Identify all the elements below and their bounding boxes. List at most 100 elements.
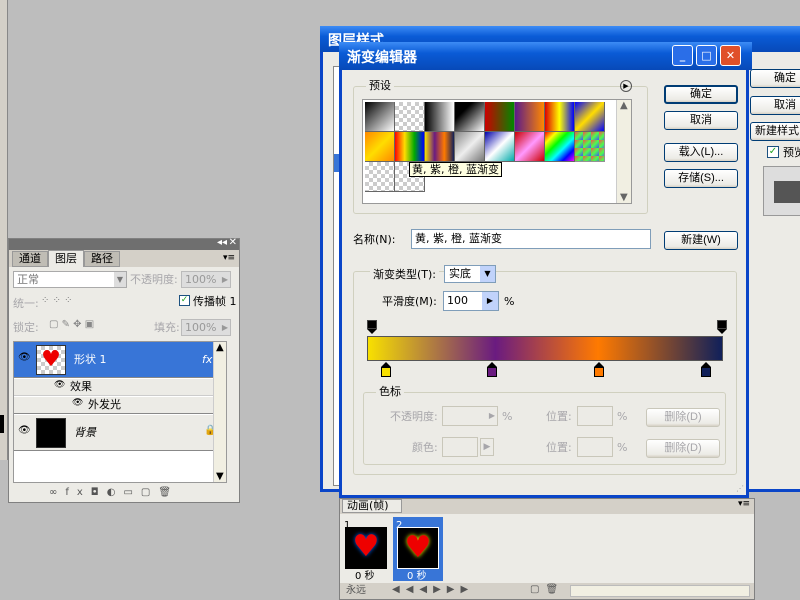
scroll-up-icon[interactable]: ▲ — [620, 100, 628, 111]
preset-swatch[interactable] — [515, 132, 545, 162]
preset-swatch[interactable] — [395, 132, 425, 162]
loop-select[interactable]: 永远 — [346, 584, 366, 598]
opacity-stop-right[interactable] — [717, 320, 727, 334]
stop-color-swatch[interactable] — [442, 437, 478, 457]
delete-opacity-stop-button[interactable]: 删除(D) — [646, 408, 720, 427]
color-stop-blue[interactable] — [701, 362, 711, 378]
animation-tab[interactable]: 动画(帧) — [342, 499, 402, 513]
close-icon[interactable]: ✕ — [720, 45, 741, 66]
preset-swatch[interactable] — [515, 102, 545, 132]
tab-layers[interactable]: 图层 — [48, 250, 84, 267]
panel-header[interactable]: ◂◂ ✕ — [9, 237, 239, 250]
load-button[interactable]: 载入(L)... — [664, 143, 738, 162]
preset-swatch[interactable] — [425, 132, 455, 162]
frame-thumbnail: ♥ — [345, 527, 387, 569]
new-style-button[interactable]: 新建样式 — [750, 122, 800, 141]
opacity-field[interactable]: 100% ▶ — [181, 271, 231, 288]
preset-swatch[interactable] — [365, 132, 395, 162]
color-stop-yellow[interactable] — [381, 362, 391, 378]
preset-swatch[interactable] — [395, 102, 425, 132]
delete-color-stop-button[interactable]: 删除(D) — [646, 439, 720, 458]
folder-icon[interactable]: ▭ — [123, 487, 140, 498]
smoothness-input[interactable]: 100 ▶ — [443, 291, 499, 311]
fx-icon[interactable]: fx — [202, 353, 212, 367]
preset-swatch[interactable] — [365, 162, 395, 192]
layer-row-outer-glow[interactable]: 👁 外发光 — [14, 397, 226, 414]
stop-opacity-location-input[interactable] — [577, 406, 613, 426]
scroll-up-icon[interactable]: ▲ — [216, 342, 224, 353]
eye-icon[interactable]: 👁 — [72, 398, 83, 408]
animation-scrollbar[interactable] — [570, 585, 750, 597]
preset-swatch[interactable] — [485, 102, 515, 132]
fx-button-icon[interactable]: fx — [65, 487, 90, 498]
preset-swatch[interactable] — [455, 132, 485, 162]
preset-swatch[interactable] — [545, 102, 575, 132]
stop-color-location-input[interactable] — [577, 437, 613, 457]
color-stop-purple[interactable] — [487, 362, 497, 378]
layer-row-shape[interactable]: 👁 ♥ 形状 1 fx — [14, 342, 226, 378]
frame-delay[interactable]: 0 秒 — [407, 570, 427, 584]
layer-style-ok-button[interactable]: 确定 — [750, 69, 800, 88]
frame-delay[interactable]: 0 秒 — [355, 570, 375, 584]
panel-menu-icon[interactable]: ▾≡ — [738, 499, 750, 509]
new-gradient-button[interactable]: 新建(W) — [664, 231, 738, 250]
gradient-type-select[interactable]: 实底 ▼ — [444, 265, 496, 283]
preset-swatch[interactable] — [545, 132, 575, 162]
stop-opacity-input[interactable]: ▶ — [442, 406, 498, 426]
lock-icons[interactable]: ▢ ✎ ✥ ▣ — [49, 319, 94, 330]
preset-swatch[interactable] — [575, 102, 605, 132]
color-picker-arrow-icon[interactable]: ▶ — [480, 438, 494, 456]
maximize-icon[interactable]: □ — [696, 45, 717, 66]
save-button[interactable]: 存储(S)... — [664, 169, 738, 188]
unify-icons[interactable]: ⁘ ⁘ ⁘ — [41, 295, 73, 306]
layer-row-effects[interactable]: 👁 效果 — [14, 379, 226, 396]
fill-field[interactable]: 100% ▶ — [181, 319, 231, 336]
gradient-editor-titlebar[interactable]: 渐变编辑器 _ □ ✕ — [339, 42, 752, 70]
layer-toolbar: ∞fx◘◐▭▢🗑 — [49, 487, 229, 501]
new-layer-icon[interactable]: ▢ — [141, 487, 158, 498]
color-stop-orange[interactable] — [594, 362, 604, 378]
link-icon[interactable]: ∞ — [49, 487, 65, 498]
opacity-stop-left[interactable] — [367, 320, 377, 334]
presets-menu-icon[interactable]: ▶ — [620, 80, 632, 92]
preset-swatch[interactable] — [365, 102, 395, 132]
panel-menu-icon[interactable]: ▾≡ — [223, 253, 235, 263]
layer-style-cancel-button[interactable]: 取消 — [750, 96, 800, 115]
mask-icon[interactable]: ◘ — [91, 487, 107, 498]
frame-2[interactable]: 2 ♥ 0 秒 — [393, 517, 443, 584]
resize-grip-icon[interactable]: ⋰ — [736, 484, 744, 493]
gradient-bar[interactable] — [367, 336, 723, 361]
name-input[interactable]: 黄, 紫, 橙, 蓝渐变 — [411, 229, 651, 249]
adjustment-icon[interactable]: ◐ — [107, 487, 124, 498]
eye-icon[interactable]: 👁 — [54, 380, 65, 390]
minimize-icon[interactable]: _ — [672, 45, 693, 66]
close-icon[interactable]: ✕ — [229, 237, 237, 248]
triangle-right-icon[interactable]: ▶ — [482, 292, 498, 310]
collapse-icon[interactable]: ◂◂ — [217, 237, 227, 248]
gradient-cancel-button[interactable]: 取消 — [664, 111, 738, 130]
scroll-down-icon[interactable]: ▼ — [216, 471, 224, 482]
scrollbar[interactable]: ▲ ▼ — [213, 342, 226, 482]
gradient-ok-button[interactable]: 确定 — [664, 85, 738, 104]
blend-mode-select[interactable]: 正常 ▼ — [13, 271, 127, 288]
tab-channels[interactable]: 通道 — [12, 251, 48, 267]
eye-icon[interactable]: 👁 — [18, 425, 31, 436]
trash-icon[interactable]: 🗑 — [158, 487, 179, 498]
preset-swatch[interactable] — [455, 102, 485, 132]
preview-checkbox[interactable]: ✓ — [767, 146, 779, 158]
presets-scrollbar[interactable]: ▲ ▼ — [616, 100, 631, 203]
preset-swatch[interactable] — [485, 132, 515, 162]
panel-body: 正常 ▼ 不透明度: 100% ▶ 统一: ⁘ ⁘ ⁘ ✓ 传播帧 1 锁定: … — [9, 267, 239, 502]
tab-paths[interactable]: 路径 — [84, 251, 120, 267]
layer-name[interactable]: 形状 1 — [74, 353, 107, 367]
frame-1[interactable]: 1 ♥ 0 秒 — [343, 519, 391, 582]
playback-controls[interactable]: ◀◀◀▶▶▶ — [392, 584, 474, 595]
propagate-checkbox[interactable]: ✓ — [179, 295, 190, 306]
preset-swatch[interactable] — [575, 132, 605, 162]
layer-name[interactable]: 背景 — [74, 426, 96, 440]
preset-swatch[interactable] — [425, 102, 455, 132]
layer-row-background[interactable]: 👁 背景 🔒 — [14, 415, 226, 451]
eye-icon[interactable]: 👁 — [18, 352, 31, 363]
scroll-down-icon[interactable]: ▼ — [620, 192, 628, 203]
frame-tools[interactable]: ▢🗑 — [530, 584, 564, 595]
